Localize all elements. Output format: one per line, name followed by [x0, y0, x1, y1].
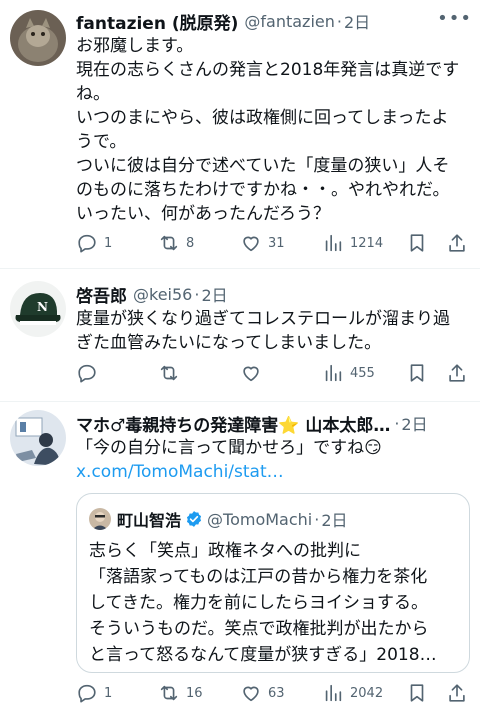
text-line: 志らく「笑点」政権ネタへの批判に [89, 541, 361, 561]
like-icon [243, 686, 259, 702]
bookmark-icon [410, 684, 424, 702]
reply-icon [78, 364, 96, 383]
views-icon [325, 364, 342, 382]
svg-text:N: N [37, 300, 48, 314]
like-button[interactable]: 31 [240, 229, 285, 257]
tweet-text: 「今の自分に言って聞かせろ」ですね😏 x.com/TomoMachi/stat… [76, 436, 466, 484]
quote-handle[interactable]: @TomoMachi [207, 510, 312, 529]
share-button[interactable] [446, 229, 468, 257]
separator: · [194, 284, 200, 304]
tweet-1[interactable]: fantazien (脱原発) @fantazien · 2日 ••• お邪魔し… [0, 0, 480, 268]
text-line: 現在の志らくさんの発言と2018年発言は真逆です [76, 60, 460, 80]
views-count: 455 [350, 365, 375, 381]
text-line: してきた。権力を前にしたらヨイショする。 [89, 593, 428, 613]
views-button[interactable]: 2042 [322, 679, 383, 707]
handle[interactable]: @fantazien [244, 12, 334, 31]
tweet-2[interactable]: N 啓吾郎 @kei56 · 2日 度量が狭くなり過ぎてコレステロールが溜まり過… [0, 269, 480, 401]
retweet-button[interactable]: 16 [158, 679, 203, 707]
action-bar: 455 [72, 359, 472, 387]
bookmark-icon [410, 234, 424, 252]
views-button[interactable]: 1214 [322, 229, 383, 257]
more-icon[interactable]: ••• [437, 8, 472, 29]
retweet-icon [160, 235, 178, 251]
avatar[interactable] [10, 10, 66, 66]
tweet-link[interactable]: x.com/TomoMachi/stat… [76, 460, 466, 484]
quote-avatar[interactable] [89, 508, 111, 530]
text-line: のものに落ちたわけですかね・・。やれやれだ。 [76, 180, 450, 200]
display-name[interactable]: fantazien (脱原発) [76, 9, 238, 34]
quote-display-name[interactable]: 町山智浩 [117, 507, 181, 531]
views-icon [325, 234, 342, 252]
tweet-text: 度量が狭くなり過ぎてコレステロールが溜まり過 ぎた血管みたいになってしまいました… [76, 307, 466, 355]
text-line: いったい、何があったんだろう？ [76, 204, 330, 224]
views-count: 1214 [350, 235, 384, 251]
retweet-count: 16 [186, 685, 203, 701]
timestamp[interactable]: 2日 [344, 9, 370, 33]
share-icon [449, 364, 465, 382]
retweet-icon [160, 685, 178, 701]
views-icon [325, 684, 342, 702]
views-count: 2042 [350, 685, 384, 701]
like-count: 31 [268, 235, 285, 251]
text-line: ついに彼は自分で述べていた「度量の狭い」人そ [76, 156, 450, 176]
timestamp[interactable]: 2日 [401, 411, 427, 435]
retweet-button[interactable] [158, 359, 186, 387]
action-bar: 1 8 31 1214 [72, 229, 472, 257]
reply-count: 1 [104, 685, 113, 701]
share-icon [449, 684, 465, 702]
verified-icon [186, 511, 202, 527]
display-name[interactable]: 啓吾郎 [76, 282, 127, 307]
bookmark-icon [410, 364, 424, 382]
retweet-count: 8 [186, 235, 195, 251]
share-button[interactable] [446, 359, 468, 387]
text-line: と言って怒るなんて度量が狭すぎる」2018… [89, 645, 437, 665]
text-line: 「落語家ってものは江戸の昔から権力を茶化 [89, 567, 428, 587]
views-button[interactable]: 455 [322, 359, 375, 387]
reply-icon [78, 684, 96, 703]
like-icon [243, 236, 259, 252]
text-line: 度量が狭くなり過ぎてコレステロールが溜まり過 [76, 309, 450, 329]
like-icon [243, 366, 259, 382]
share-icon [449, 234, 465, 252]
retweet-button[interactable]: 8 [158, 229, 194, 257]
tweet-text: お邪魔します。 現在の志らくさんの発言と2018年発言は真逆です ね。 いつのま… [76, 34, 466, 226]
text-line: お邪魔します。 [76, 36, 194, 56]
reply-icon [78, 234, 96, 253]
share-button[interactable] [446, 679, 468, 707]
text-line: ね。 [76, 84, 110, 104]
avatar[interactable]: N [10, 281, 66, 337]
like-count: 63 [268, 685, 285, 701]
bookmark-button[interactable] [406, 229, 428, 257]
avatar[interactable] [10, 410, 66, 466]
like-button[interactable] [240, 359, 268, 387]
action-bar: 1 16 63 2042 [72, 679, 472, 707]
bookmark-button[interactable] [406, 359, 428, 387]
text-line: うで。 [76, 132, 127, 152]
display-name[interactable]: マホ♂毒親持ちの発達障害⭐ 山本太郎… [76, 411, 390, 436]
like-button[interactable]: 63 [240, 679, 285, 707]
quoted-tweet[interactable]: 町山智浩 @TomoMachi · 2日 志らく「笑点」政権ネタへの批判に 「落… [76, 493, 470, 673]
reply-count: 1 [104, 235, 113, 251]
text-line: そういうものだ。笑点で政権批判が出たから [89, 619, 429, 639]
timestamp[interactable]: 2日 [201, 282, 227, 306]
reply-button[interactable]: 1 [76, 229, 112, 257]
bookmark-button[interactable] [406, 679, 428, 707]
text-line: 「今の自分に言って聞かせろ」ですね😏 [76, 438, 382, 458]
quote-timestamp[interactable]: 2日 [321, 507, 347, 531]
text-line: いつのまにやら、彼は政権側に回ってしまったよ [76, 108, 449, 128]
separator: · [394, 413, 400, 433]
text-line: ぎた血管みたいになってしまいました。 [76, 333, 382, 353]
retweet-icon [160, 365, 178, 381]
separator: · [314, 509, 320, 529]
reply-button[interactable] [76, 359, 104, 387]
reply-button[interactable]: 1 [76, 679, 112, 707]
quote-text: 志らく「笑点」政権ネタへの批判に 「落語家ってものは江戸の昔から権力を茶化 して… [89, 538, 437, 668]
separator: · [336, 11, 342, 31]
handle[interactable]: @kei56 [133, 285, 192, 304]
